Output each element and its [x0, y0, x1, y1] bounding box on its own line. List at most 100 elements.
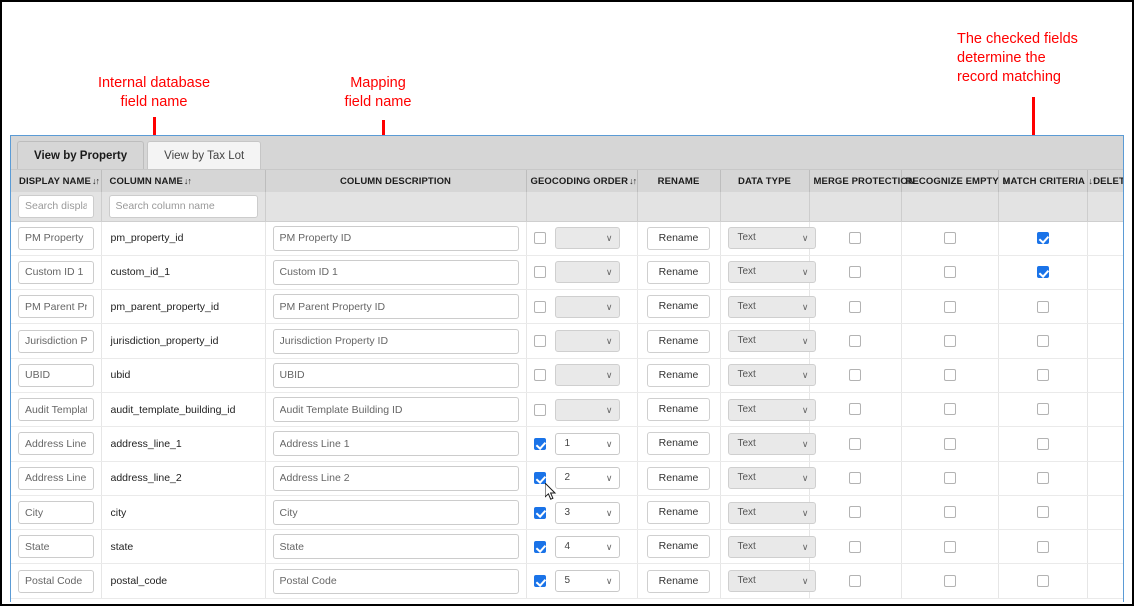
data-type-select[interactable]: Text ∨: [727, 432, 816, 455]
geocoding-order-checkbox[interactable]: [533, 540, 546, 553]
recognize-empty-checkbox[interactable]: [943, 403, 956, 416]
merge-protection-checkbox[interactable]: [849, 540, 861, 553]
merge-protection-checkbox[interactable]: [849, 471, 861, 484]
column-description-input[interactable]: [272, 397, 519, 423]
display-name-input[interactable]: [18, 432, 94, 456]
data-type-select[interactable]: Text ∨: [727, 501, 816, 524]
data-type-select[interactable]: Text ∨: [727, 261, 816, 284]
column-description-input[interactable]: [272, 500, 519, 526]
data-type-select[interactable]: Text ∨: [727, 570, 816, 593]
recognize-empty-checkbox[interactable]: [943, 266, 956, 279]
geocoding-order-select[interactable]: 1 ∨: [554, 432, 620, 455]
geocoding-order-checkbox[interactable]: [533, 335, 546, 348]
rename-button[interactable]: Rename: [646, 535, 711, 559]
search-display-name-input[interactable]: [18, 194, 94, 218]
rename-button[interactable]: Rename: [646, 295, 711, 319]
display-name-input[interactable]: [18, 363, 94, 387]
merge-protection-checkbox[interactable]: [849, 334, 861, 347]
delete-cell[interactable]: [1087, 495, 1123, 531]
sort-icon[interactable]: ↓↑: [184, 176, 192, 186]
delete-cell[interactable]: [1087, 529, 1123, 565]
merge-protection-checkbox[interactable]: [849, 266, 861, 279]
match-criteria-checkbox[interactable]: [1036, 437, 1049, 450]
match-criteria-checkbox[interactable]: [1036, 334, 1049, 347]
display-name-input[interactable]: [18, 295, 94, 319]
geocoding-order-select[interactable]: ∨: [554, 364, 620, 387]
match-criteria-checkbox[interactable]: [1036, 403, 1049, 416]
match-criteria-checkbox[interactable]: [1036, 574, 1049, 587]
column-description-input[interactable]: [272, 259, 519, 285]
column-description-input[interactable]: [272, 465, 519, 491]
match-criteria-checkbox[interactable]: [1036, 369, 1049, 382]
geocoding-order-select[interactable]: ∨: [554, 227, 620, 250]
th-geocoding-order[interactable]: GEOCODING ORDER↓↑: [526, 170, 638, 192]
data-type-select[interactable]: Text ∨: [727, 227, 816, 250]
recognize-empty-checkbox[interactable]: [943, 471, 956, 484]
delete-cell[interactable]: [1087, 461, 1123, 496]
column-description-input[interactable]: [272, 362, 519, 388]
column-description-input[interactable]: [272, 225, 519, 251]
recognize-empty-checkbox[interactable]: [943, 506, 956, 519]
geocoding-order-checkbox[interactable]: [533, 472, 546, 485]
match-criteria-checkbox[interactable]: [1036, 266, 1049, 279]
display-name-input[interactable]: [18, 398, 94, 422]
tab-view-by-property[interactable]: View by Property: [17, 141, 145, 169]
geocoding-order-select[interactable]: 3 ∨: [554, 501, 620, 524]
rename-button[interactable]: Rename: [646, 260, 711, 284]
delete-cell[interactable]: [1087, 255, 1123, 291]
rename-button[interactable]: Rename: [646, 432, 711, 456]
geocoding-order-select[interactable]: ∨: [554, 295, 620, 318]
geocoding-order-select[interactable]: 4 ∨: [554, 535, 620, 558]
recognize-empty-checkbox[interactable]: [943, 334, 956, 347]
column-description-input[interactable]: [272, 328, 519, 354]
geocoding-order-select[interactable]: ∨: [554, 398, 620, 421]
geocoding-order-select[interactable]: 2 ∨: [554, 467, 620, 490]
geocoding-order-checkbox[interactable]: [533, 575, 546, 588]
geocoding-order-select[interactable]: ∨: [554, 330, 620, 353]
display-name-input[interactable]: [18, 226, 94, 250]
delete-cell[interactable]: [1087, 426, 1123, 462]
display-name-input[interactable]: [18, 569, 94, 593]
geocoding-order-select[interactable]: ∨: [554, 261, 620, 284]
delete-cell[interactable]: [1087, 221, 1123, 256]
data-type-select[interactable]: Text ∨: [727, 330, 816, 353]
delete-cell[interactable]: [1087, 563, 1123, 599]
merge-protection-checkbox[interactable]: [849, 574, 861, 587]
display-name-input[interactable]: [18, 329, 94, 353]
th-match-criteria[interactable]: MATCH CRITERIA ↓↑: [998, 170, 1096, 192]
geocoding-order-checkbox[interactable]: [533, 403, 546, 416]
data-type-select[interactable]: Text ∨: [727, 398, 816, 421]
geocoding-order-checkbox[interactable]: [533, 369, 546, 382]
data-type-select[interactable]: Text ∨: [727, 364, 816, 387]
rename-button[interactable]: Rename: [646, 466, 711, 490]
delete-cell[interactable]: [1087, 289, 1123, 325]
recognize-empty-checkbox[interactable]: [943, 369, 956, 382]
geocoding-order-checkbox[interactable]: [533, 437, 546, 450]
column-description-input[interactable]: [272, 431, 519, 457]
merge-protection-checkbox[interactable]: [849, 506, 861, 519]
match-criteria-checkbox[interactable]: [1036, 231, 1049, 244]
th-display-name[interactable]: DISPLAY NAME↓↑: [11, 170, 102, 192]
match-criteria-checkbox[interactable]: [1036, 471, 1049, 484]
delete-cell[interactable]: [1087, 323, 1123, 359]
merge-protection-checkbox[interactable]: [849, 369, 861, 382]
search-column-name-input[interactable]: [108, 194, 258, 218]
display-name-input[interactable]: [18, 466, 94, 490]
sort-icon[interactable]: ↓↑: [92, 176, 100, 186]
merge-protection-checkbox[interactable]: [849, 403, 861, 416]
match-criteria-checkbox[interactable]: [1036, 300, 1049, 313]
rename-button[interactable]: Rename: [646, 398, 711, 422]
geocoding-order-checkbox[interactable]: [533, 232, 546, 245]
column-description-input[interactable]: [272, 568, 519, 594]
column-description-input[interactable]: [272, 534, 519, 560]
recognize-empty-checkbox[interactable]: [943, 540, 956, 553]
match-criteria-checkbox[interactable]: [1036, 540, 1049, 553]
merge-protection-checkbox[interactable]: [849, 437, 861, 450]
th-recognize-empty[interactable]: RECOGNIZE EMPTY ↓↑: [901, 170, 1010, 192]
tab-view-by-tax-lot[interactable]: View by Tax Lot: [147, 141, 262, 169]
rename-button[interactable]: Rename: [646, 569, 711, 593]
geocoding-order-checkbox[interactable]: [533, 300, 546, 313]
delete-cell[interactable]: [1087, 358, 1123, 393]
column-description-input[interactable]: [272, 294, 519, 320]
recognize-empty-checkbox[interactable]: [943, 574, 956, 587]
